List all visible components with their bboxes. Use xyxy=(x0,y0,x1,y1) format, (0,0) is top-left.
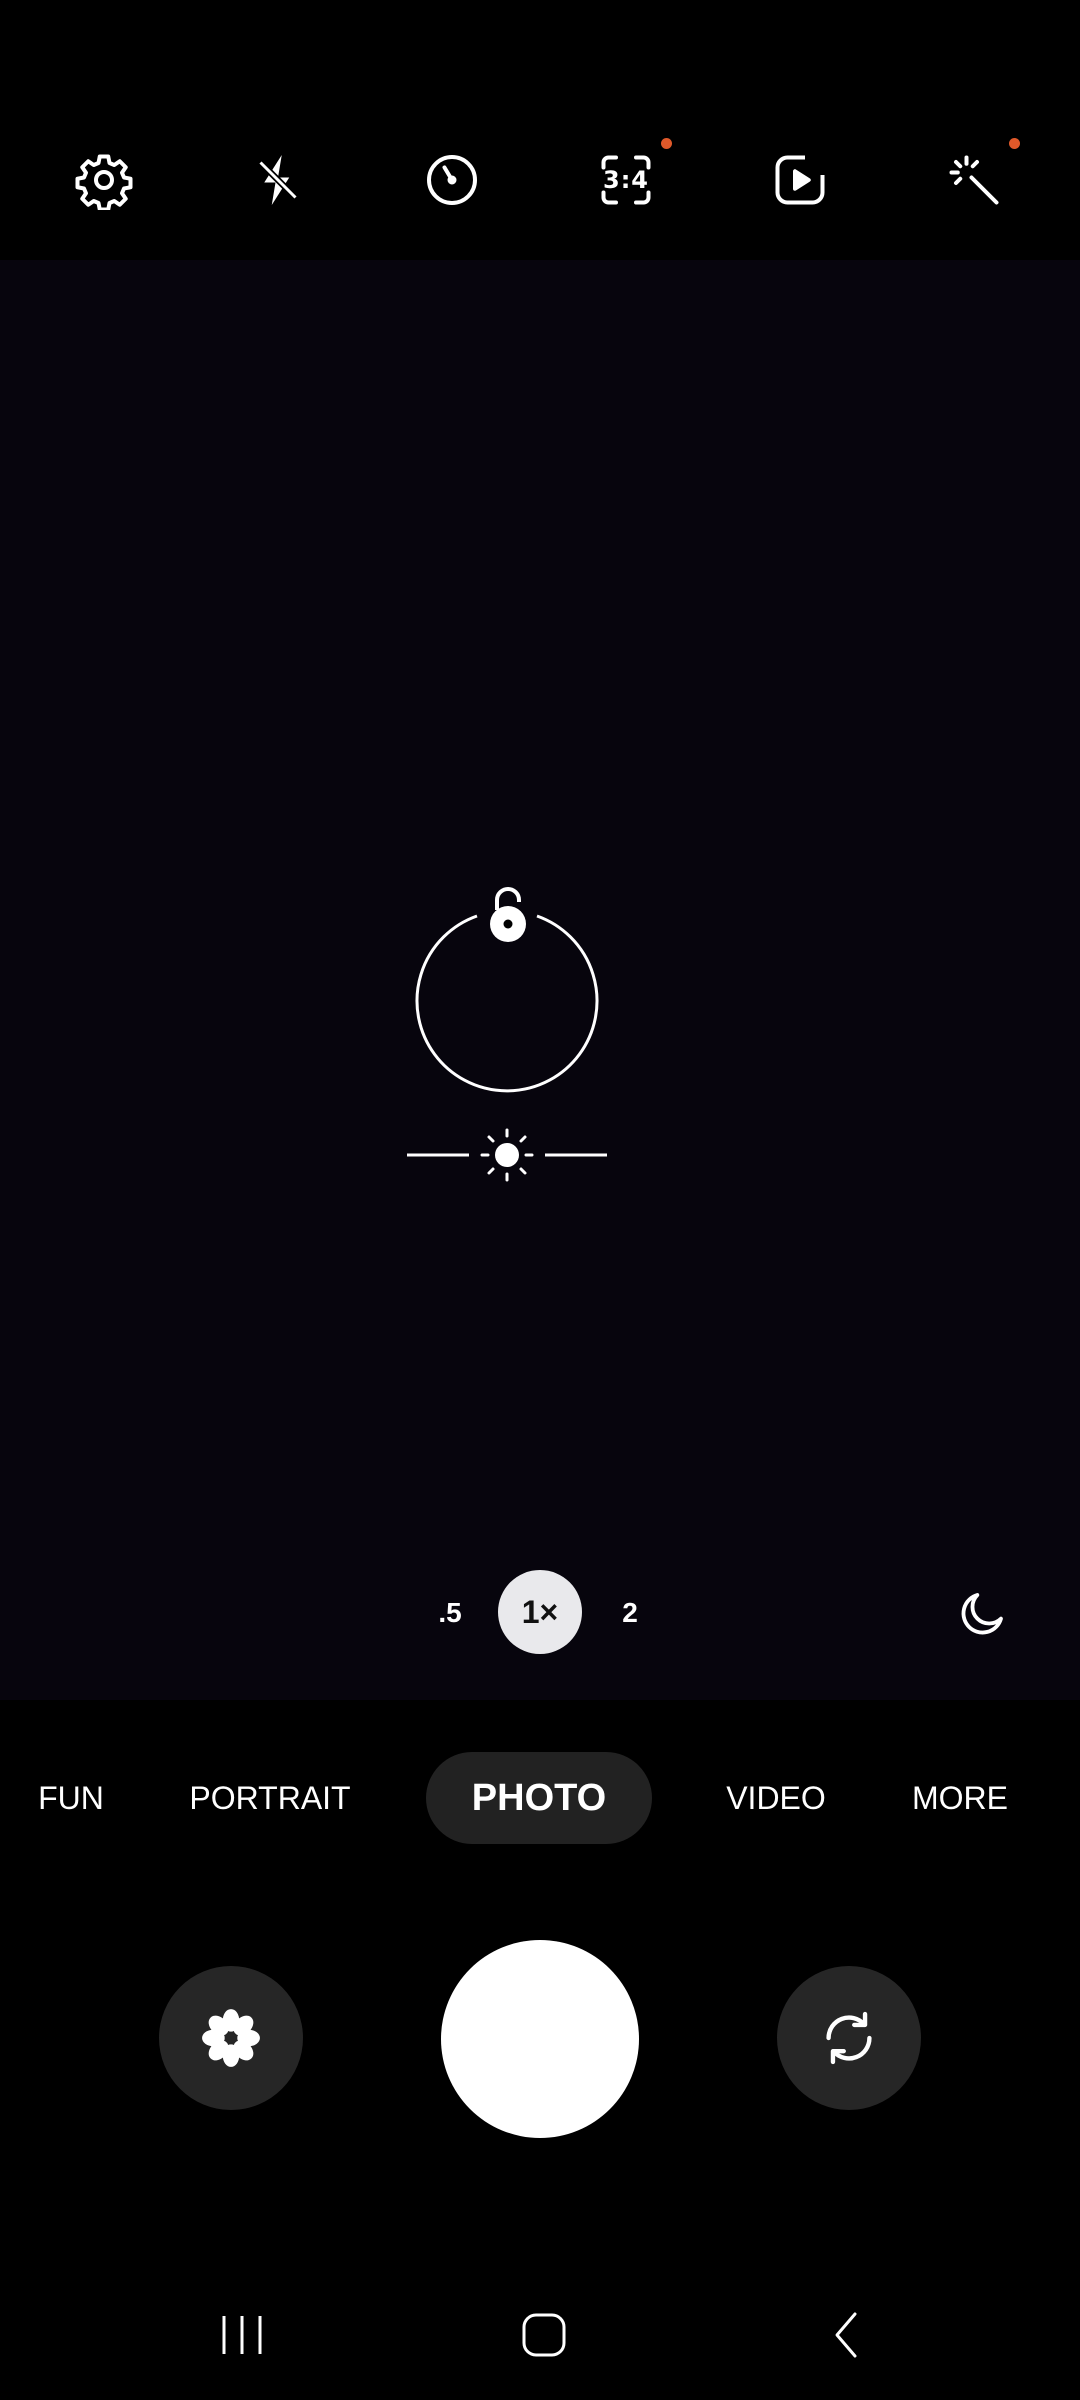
recents-icon xyxy=(222,2316,262,2354)
motion-photo-button[interactable] xyxy=(760,140,840,220)
shutter-button[interactable] xyxy=(441,1940,639,2138)
mode-selector: FUN PORTRAIT PHOTO VIDEO MORE xyxy=(0,1752,1080,1844)
timer-icon xyxy=(427,155,477,205)
home-button[interactable] xyxy=(499,2300,589,2370)
mode-label: MORE xyxy=(912,1779,1008,1816)
effects-button[interactable] xyxy=(934,138,1020,220)
aspect-ratio-label: 3:4 xyxy=(603,166,649,194)
magic-wand-icon xyxy=(949,155,999,205)
mode-label: FUN xyxy=(38,1779,104,1816)
zoom-2x-button[interactable]: 2 xyxy=(600,1570,660,1656)
unlock-icon[interactable] xyxy=(486,884,530,942)
mode-label: VIDEO xyxy=(726,1779,826,1816)
zoom-label: 1× xyxy=(521,1593,559,1630)
switch-camera-button[interactable] xyxy=(777,1966,921,2110)
zoom-0-5x-button[interactable]: .5 xyxy=(420,1570,480,1656)
flash-off-icon xyxy=(258,155,298,205)
exposure-slider[interactable] xyxy=(405,1120,609,1190)
camera-screen: 3:4 .5 1× 2 FUN PORTRAIT PHOTO VIDEO MOR… xyxy=(0,0,1080,2400)
mode-portrait[interactable]: PORTRAIT xyxy=(186,1752,354,1844)
sun-icon xyxy=(480,1128,534,1182)
mode-more[interactable]: MORE xyxy=(904,1752,1016,1844)
mode-photo[interactable]: PHOTO xyxy=(426,1752,652,1844)
home-icon xyxy=(522,2313,566,2357)
new-badge xyxy=(1009,138,1020,149)
filters-button[interactable] xyxy=(159,1966,303,2110)
zoom-label: 2 xyxy=(622,1597,638,1628)
recents-button[interactable] xyxy=(197,2300,287,2370)
aspect-ratio-button[interactable]: 3:4 xyxy=(586,138,672,220)
flower-icon xyxy=(202,2009,260,2067)
settings-button[interactable] xyxy=(64,140,144,220)
top-toolbar: 3:4 xyxy=(0,0,1080,260)
zoom-label: .5 xyxy=(438,1597,462,1628)
motion-photo-icon xyxy=(775,155,825,205)
zoom-1x-button[interactable]: 1× xyxy=(498,1570,582,1654)
night-mode-button[interactable] xyxy=(950,1580,1016,1646)
new-badge xyxy=(661,138,672,149)
back-icon xyxy=(835,2312,857,2358)
moon-icon xyxy=(961,1593,1003,1635)
mode-label: PHOTO xyxy=(471,1776,607,1819)
mode-video[interactable]: VIDEO xyxy=(720,1752,832,1844)
back-button[interactable] xyxy=(802,2300,892,2370)
flash-button[interactable] xyxy=(238,140,318,220)
timer-button[interactable] xyxy=(412,140,492,220)
mode-fun[interactable]: FUN xyxy=(26,1752,116,1844)
mode-label: PORTRAIT xyxy=(189,1779,351,1816)
switch-camera-icon xyxy=(826,2011,872,2065)
gear-icon xyxy=(75,154,133,210)
zoom-selector: .5 1× 2 xyxy=(0,1570,1080,1656)
